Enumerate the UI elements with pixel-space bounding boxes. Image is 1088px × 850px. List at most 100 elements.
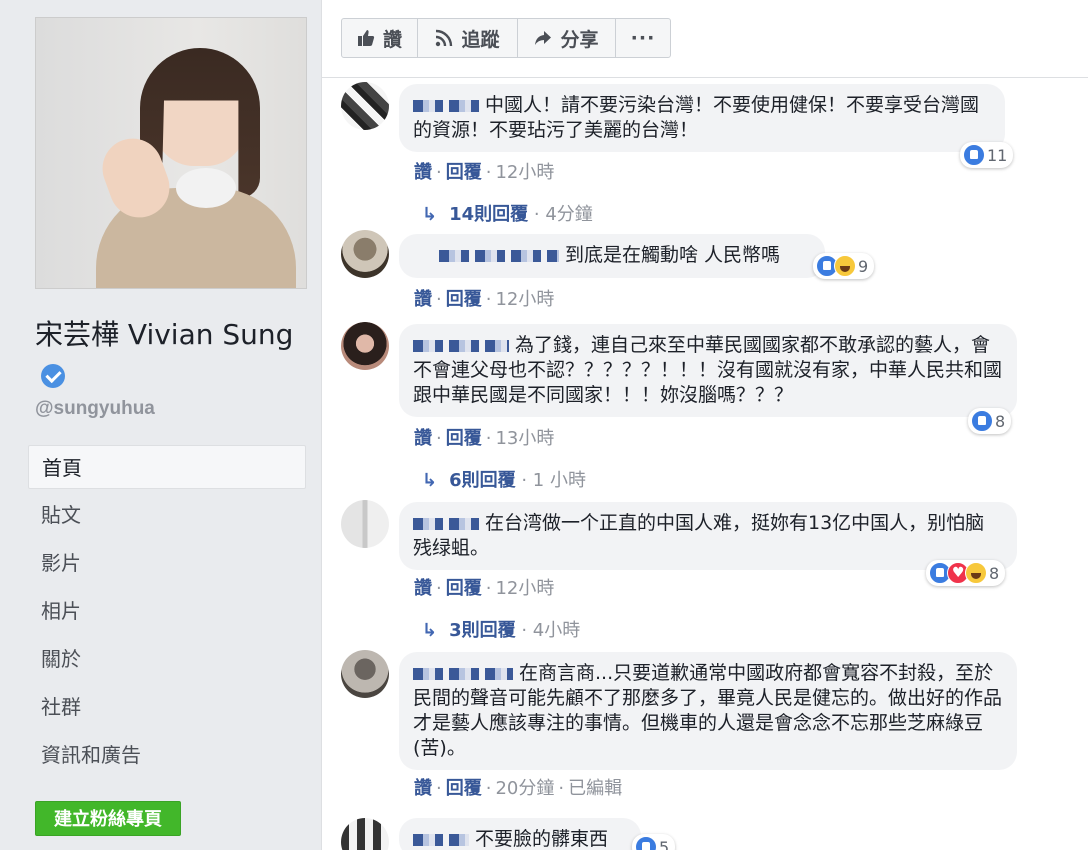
comment-meta: 讚 · 回覆 · 12小時 — [414, 289, 555, 310]
reaction-count: 9 — [858, 256, 869, 276]
nav-item-info-ads[interactable]: 資訊和廣告 — [28, 733, 306, 781]
view-replies-link[interactable]: ↳ 14則回覆 · 4分鐘 — [422, 200, 593, 226]
reaction-summary[interactable]: 11 — [960, 142, 1014, 168]
comment-text: 中國人！請不要污染台灣！不要使用健保！不要享受台灣國的資源！不要玷污了美麗的台灣… — [413, 94, 980, 141]
replies-time: 1 小時 — [532, 470, 586, 491]
like-reaction-icon — [971, 410, 993, 432]
reaction-summary[interactable]: 9 — [813, 253, 875, 279]
comment-meta: 讚 · 回覆 · 13小時 — [414, 428, 555, 449]
page-nav: 首頁 貼文 影片 相片 關於 社群 資訊和廣告 — [28, 445, 306, 781]
comment-bubble: 不要臉的髒東西 — [399, 818, 641, 850]
comment-bubble: 在商言商...只要道歉通常中國政府都會寬容不封殺，至於民間的聲音可能先顧不了那麼… — [399, 652, 1017, 770]
nav-item-photos[interactable]: 相片 — [28, 589, 306, 637]
comment-text: 在台湾做一个正直的中国人难，挺妳有13亿中国人，别怕脑残绿蛆。 — [413, 512, 985, 559]
like-comment-link[interactable]: 讚 — [414, 289, 432, 310]
commenter-name[interactable] — [413, 339, 509, 352]
reaction-count: 11 — [987, 145, 1008, 165]
avatar[interactable] — [341, 82, 389, 130]
reaction-summary[interactable]: 5 — [632, 834, 676, 850]
comment-bubble: 為了錢，連自己來至中華民國國家都不敢承認的藝人，會不會連父母也不認？？？？？！！… — [399, 324, 1017, 417]
reaction-count: 5 — [659, 837, 670, 850]
share-button[interactable]: 分享 — [518, 19, 616, 57]
nav-item-community[interactable]: 社群 — [28, 685, 306, 733]
comment-text: 不要臉的髒東西 — [475, 828, 609, 850]
avatar[interactable] — [341, 500, 389, 548]
like-comment-link[interactable]: 讚 — [414, 162, 432, 183]
reply-arrow-icon: ↳ — [422, 620, 438, 641]
commenter-name[interactable] — [413, 833, 469, 846]
nav-item-about[interactable]: 關於 — [28, 637, 306, 685]
comment-item: 到底是在觸動啥 人民幣嗎 9 讚 · 回覆 · 12小時 — [322, 228, 1088, 310]
avatar[interactable] — [341, 230, 389, 278]
share-label: 分享 — [560, 28, 599, 51]
reaction-summary[interactable]: 8 — [968, 408, 1012, 434]
rss-follow-icon — [435, 29, 453, 47]
like-comment-link[interactable]: 讚 — [414, 578, 432, 599]
commenter-name[interactable] — [413, 99, 479, 112]
nav-item-home[interactable]: 首頁 — [28, 445, 306, 489]
like-comment-link[interactable]: 讚 — [414, 778, 432, 799]
reaction-summary[interactable]: 8 — [926, 560, 1006, 586]
avatar[interactable] — [341, 322, 389, 370]
reply-arrow-icon: ↳ — [422, 470, 438, 491]
comment-bubble: 到底是在觸動啥 人民幣嗎 — [399, 234, 825, 278]
haha-reaction-icon — [965, 562, 987, 584]
share-arrow-icon — [534, 29, 552, 47]
nav-item-posts[interactable]: 貼文 — [28, 493, 306, 541]
like-reaction-icon — [635, 836, 657, 850]
comment-item: 中國人！請不要污染台灣！不要使用健保！不要享受台灣國的資源！不要玷污了美麗的台灣… — [322, 80, 1088, 225]
follow-label: 追蹤 — [461, 28, 500, 51]
comment-meta: 讚 · 回覆 · 20分鐘 · 已編輯 — [414, 778, 623, 799]
edited-label[interactable]: 已編輯 — [568, 778, 622, 799]
replies-count: 14則回覆 — [449, 204, 529, 225]
comment-time[interactable]: 12小時 — [495, 162, 554, 183]
view-replies-link[interactable]: ↳ 6則回覆 · 1 小時 — [422, 466, 586, 492]
comment-item: 不要臉的髒東西 5 — [322, 816, 1088, 850]
create-page-button[interactable]: 建立粉絲專頁 — [35, 801, 181, 836]
avatar[interactable] — [341, 650, 389, 698]
nav-item-videos[interactable]: 影片 — [28, 541, 306, 589]
replies-time: 4小時 — [532, 620, 581, 641]
thumbs-up-icon — [357, 29, 375, 47]
page-action-group: 讚 追蹤 分享 ··· — [341, 18, 671, 58]
comment-bubble: 在台湾做一个正直的中国人难，挺妳有13亿中国人，别怕脑残绿蛆。 — [399, 502, 1017, 570]
reaction-count: 8 — [989, 563, 1000, 583]
comment-meta: 讚 · 回覆 · 12小時 — [414, 162, 555, 183]
follow-button[interactable]: 追蹤 — [418, 19, 518, 57]
reply-comment-link[interactable]: 回覆 — [446, 162, 482, 183]
page-handle[interactable]: @sungyuhua — [35, 398, 155, 420]
page-title: 宋芸樺 Vivian Sung — [35, 314, 295, 398]
view-replies-link[interactable]: ↳ 3則回覆 · 4小時 — [422, 616, 580, 642]
reply-comment-link[interactable]: 回覆 — [446, 289, 482, 310]
like-reaction-icon — [963, 144, 985, 166]
reply-comment-link[interactable]: 回覆 — [446, 778, 482, 799]
action-bar: 讚 追蹤 分享 ··· — [322, 0, 1088, 78]
commenter-name[interactable] — [413, 667, 513, 680]
like-page-label: 讚 — [382, 28, 402, 51]
reply-comment-link[interactable]: 回覆 — [446, 578, 482, 599]
haha-reaction-icon — [834, 255, 856, 277]
comment-time[interactable]: 13小時 — [495, 428, 554, 449]
replies-count: 3則回覆 — [449, 620, 516, 641]
comment-bubble: 中國人！請不要污染台灣！不要使用健保！不要享受台灣國的資源！不要玷污了美麗的台灣… — [399, 84, 1005, 152]
reply-comment-link[interactable]: 回覆 — [446, 428, 482, 449]
comment-item: 在台湾做一个正直的中国人难，挺妳有13亿中国人，别怕脑残绿蛆。 8 讚·回覆·1… — [322, 498, 1088, 642]
verified-badge-icon — [41, 364, 65, 388]
comment-text: 到底是在觸動啥 人民幣嗎 — [565, 244, 781, 266]
more-options-button[interactable]: ··· — [616, 19, 670, 57]
reply-arrow-icon: ↳ — [422, 204, 438, 225]
comment-time[interactable]: 20分鐘 — [495, 778, 554, 799]
comment-item: 在商言商...只要道歉通常中國政府都會寬容不封殺，至於民間的聲音可能先顧不了那麼… — [322, 648, 1088, 808]
avatar[interactable] — [341, 818, 389, 850]
profile-photo[interactable] — [35, 17, 307, 289]
page-sidebar: 宋芸樺 Vivian Sung @sungyuhua 首頁 貼文 影片 相片 關… — [0, 0, 322, 850]
comment-time[interactable]: 12小時 — [495, 578, 554, 599]
like-page-button[interactable]: 讚 — [342, 19, 418, 57]
replies-time: 4分鐘 — [545, 204, 593, 225]
comment-time[interactable]: 12小時 — [495, 289, 554, 310]
commenter-name[interactable] — [439, 249, 559, 262]
commenter-name[interactable] — [413, 517, 479, 530]
comment-item: 為了錢，連自己來至中華民國國家都不敢承認的藝人，會不會連父母也不認？？？？？！！… — [322, 320, 1088, 492]
like-comment-link[interactable]: 讚 — [414, 428, 432, 449]
reaction-count: 8 — [995, 411, 1006, 431]
